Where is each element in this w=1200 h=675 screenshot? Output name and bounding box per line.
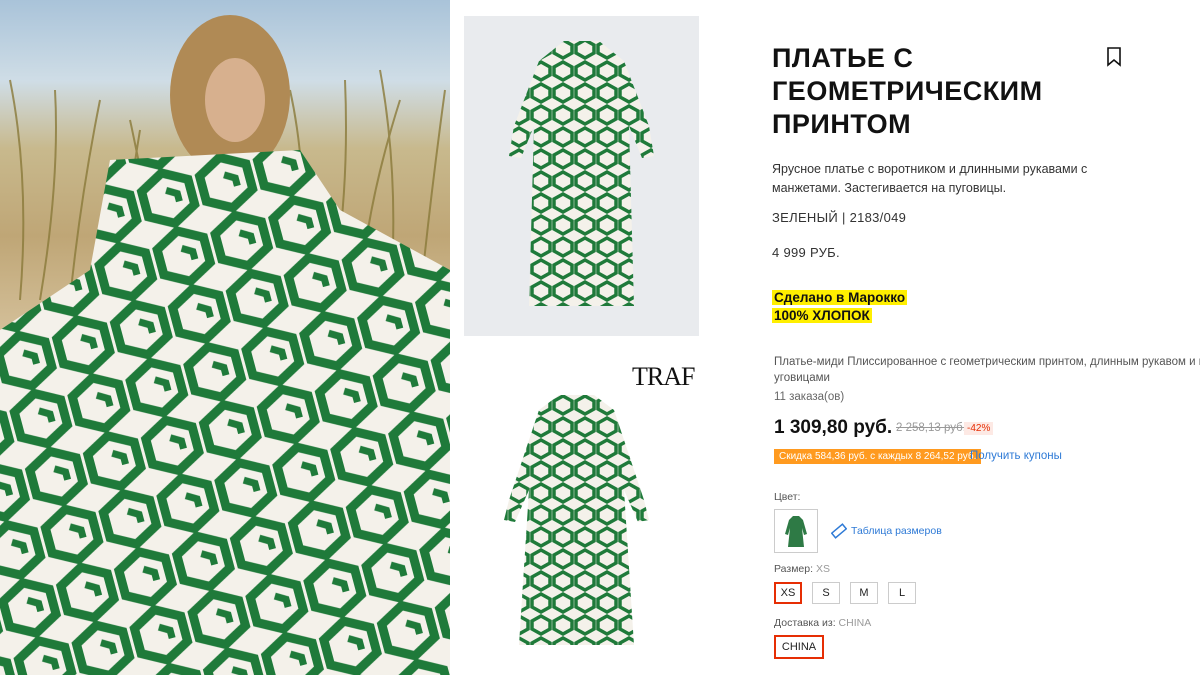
size-option-s[interactable]: S xyxy=(812,582,840,604)
listing-description-line2: уговицами xyxy=(774,372,830,384)
color-swatch[interactable] xyxy=(774,509,818,553)
size-label: Размер: XS xyxy=(774,563,830,575)
size-selected-value: XS xyxy=(815,563,830,575)
product-image-zara[interactable] xyxy=(464,16,699,336)
ship-option-china[interactable]: CHINA xyxy=(774,635,824,659)
ruler-icon xyxy=(831,523,847,539)
ship-from-selected: CHINA xyxy=(838,617,872,629)
product-color-code: ЗЕЛЕНЫЙ | 2183/049 xyxy=(772,210,907,225)
color-label: Цвет: xyxy=(774,491,801,503)
get-coupons-link[interactable]: Получить купоны xyxy=(970,450,1062,462)
product-image-aliexpress[interactable] xyxy=(464,350,699,670)
listing-description: Платье-миди Плиссированное с геометричес… xyxy=(774,354,1200,386)
size-chart-link[interactable]: Таблица размеров xyxy=(831,523,942,539)
listing-price: 1 309,80 руб. xyxy=(774,417,893,438)
made-in-label: Сделано в Марокко xyxy=(772,290,908,305)
bookmark-icon[interactable] xyxy=(1106,47,1122,67)
promo-banner: Скидка 584,36 руб. с каждых 8 264,52 руб… xyxy=(774,449,982,464)
dress-illustration xyxy=(509,41,654,306)
size-option-xs[interactable]: XS xyxy=(774,582,802,604)
orders-count: 11 заказа(ов) xyxy=(774,391,845,403)
brand-logo: TRAF xyxy=(632,362,695,391)
product-title: ПЛАТЬЕ С ГЕОМЕТРИЧЕСКИМ ПРИНТОМ xyxy=(772,43,1043,139)
ship-from-label: Доставка из: CHINA xyxy=(774,617,871,629)
lifestyle-photo xyxy=(0,0,450,675)
size-label-text: Размер: xyxy=(774,563,814,575)
dress-pattern-photo xyxy=(0,150,450,675)
product-price: 4 999 РУБ. xyxy=(772,245,840,260)
size-option-m[interactable]: M xyxy=(850,582,878,604)
listing-old-price: 2 258,13 руб. xyxy=(896,422,966,434)
material-label: 100% ХЛОПОК xyxy=(772,308,872,323)
size-options: XS S M L xyxy=(774,582,916,604)
product-description: Ярусное платье с воротником и длинными р… xyxy=(772,162,1088,195)
size-chart-label: Таблица размеров xyxy=(851,525,942,537)
ship-from-label-text: Доставка из: xyxy=(774,617,836,629)
dress-illustration-2 xyxy=(504,395,649,645)
discount-badge: -42% xyxy=(964,422,994,435)
listing-description-line1: Платье-миди Плиссированное с геометричес… xyxy=(774,356,1200,368)
size-option-l[interactable]: L xyxy=(888,582,916,604)
